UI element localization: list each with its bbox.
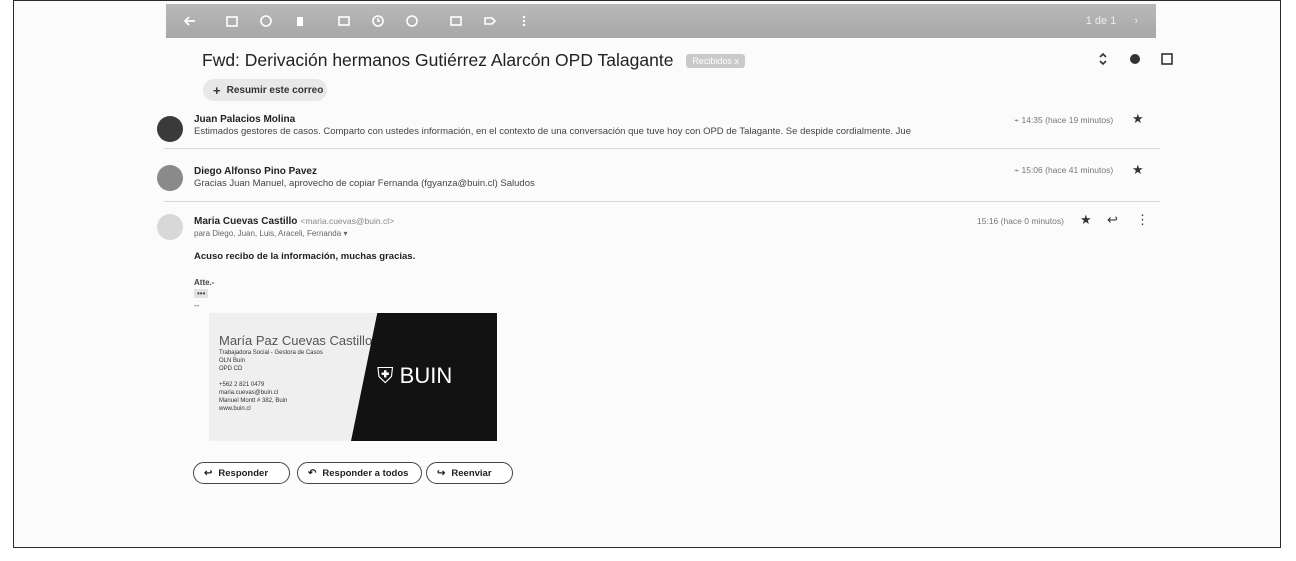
report-spam-icon[interactable] <box>256 11 276 31</box>
message-body: Acuso recibo de la información, muchas g… <box>194 251 416 262</box>
signature-card: María Paz Cuevas Castillo Trabajadora So… <box>209 313 497 441</box>
snooze-icon[interactable] <box>368 11 388 31</box>
inbox-label-tag[interactable]: Recibidos x <box>686 54 745 69</box>
summarize-button[interactable]: + Resumir este correo <box>203 79 327 101</box>
star-icon[interactable]: ★ <box>1132 162 1144 178</box>
next-icon[interactable]: › <box>1134 15 1138 27</box>
chevron-down-icon[interactable]: ▾ <box>343 229 347 238</box>
back-arrow-icon[interactable] <box>180 11 200 31</box>
reply-icon: ↩ <box>204 467 213 479</box>
forward-button[interactable]: ↪ Reenviar <box>426 462 513 484</box>
recipients-line[interactable]: para Diego, Juan, Luis, Araceli, Fernand… <box>194 229 347 238</box>
star-icon[interactable]: ★ <box>1132 111 1144 127</box>
email-subject: Fwd: Derivación hermanos Gutiérrez Alarc… <box>202 50 745 71</box>
archive-icon[interactable] <box>222 11 242 31</box>
print-icon[interactable] <box>1128 52 1142 71</box>
divider <box>164 201 1160 202</box>
buin-logo: ⛨ BUIN <box>377 363 452 389</box>
signature-name: María Paz Cuevas Castillo <box>219 333 373 348</box>
open-new-window-icon[interactable] <box>1160 52 1174 71</box>
label-icon[interactable] <box>480 11 500 31</box>
sparkle-icon: + <box>213 82 221 98</box>
divider <box>164 148 1160 149</box>
more-vert-icon[interactable] <box>514 11 534 31</box>
avatar[interactable] <box>157 116 183 142</box>
more-vert-icon[interactable]: ⋮ <box>1136 212 1149 228</box>
signature-line <box>219 373 323 381</box>
mark-unread-icon[interactable] <box>334 11 354 31</box>
reply-all-icon: ↶ <box>308 467 317 479</box>
municipality-shield-icon: ⛨ <box>377 363 394 388</box>
message-time: ⌁ 14:35 (hace 19 minutos) <box>1014 115 1114 125</box>
logo-text: BUIN <box>399 363 453 388</box>
show-trimmed-content[interactable]: ••• <box>194 289 209 298</box>
toolbar-pagination: 1 de 1 › <box>1086 15 1138 27</box>
greeting: Atte.- <box>194 278 215 287</box>
sender-name: Diego Alfonso Pino Pavez <box>194 166 317 177</box>
delete-icon[interactable] <box>290 11 310 31</box>
signature-line[interactable]: www.buin.cl <box>219 405 323 413</box>
signature-line: OPD CD <box>219 366 243 372</box>
avatar[interactable] <box>157 214 183 240</box>
message-snippet[interactable]: Gracias Juan Manuel, aprovecho de copiar… <box>194 178 535 189</box>
message-snippet[interactable]: Estimados gestores de casos. Comparto co… <box>194 126 911 137</box>
signature-line: Trabajadora Social - Gestora de Casos <box>219 350 323 356</box>
sender-email: <maria.cuevas@buin.cl> <box>300 216 395 226</box>
summarize-label: Resumir este correo <box>226 84 324 96</box>
reply-all-button[interactable]: ↶ Responder a todos <box>297 462 422 484</box>
reply-icon[interactable]: ↩ <box>1107 212 1118 228</box>
message-time: ⌁ 15:06 (hace 41 minutos) <box>1014 165 1114 175</box>
screenshot-frame: 1 de 1 › Fwd: Derivación hermanos Gutiér… <box>13 0 1281 548</box>
signature-line: Manuel Montt # 382, Buin <box>219 398 288 404</box>
pagination-text: 1 de 1 <box>1085 15 1117 27</box>
avatar[interactable] <box>157 165 183 191</box>
sender-name: Maria Cuevas Castillo <maria.cuevas@buin.… <box>194 216 395 227</box>
signature-line[interactable]: maria.cuevas@buin.cl <box>219 389 323 397</box>
signature-lines: Trabajadora Social - Gestora de Casos OL… <box>219 349 323 413</box>
message-time: 15:16 (hace 0 minutos) <box>977 216 1064 226</box>
star-icon[interactable]: ★ <box>1080 212 1092 228</box>
signature-separator: -- <box>194 301 200 310</box>
signature-line: +562 2 821 0479 <box>219 382 265 388</box>
signature-line: OLN Buin <box>219 358 246 364</box>
sender-name: Juan Palacios Molina <box>194 114 296 125</box>
subject-actions <box>1096 52 1174 71</box>
reply-button[interactable]: ↩ Responder <box>193 462 290 484</box>
move-icon[interactable] <box>446 11 466 31</box>
mail-toolbar: 1 de 1 › <box>166 4 1156 38</box>
expand-all-icon[interactable] <box>1096 52 1110 71</box>
subject-title: Fwd: Derivación hermanos Gutiérrez Alarc… <box>202 50 674 70</box>
forward-icon: ↪ <box>437 467 446 479</box>
add-task-icon[interactable] <box>402 11 422 31</box>
